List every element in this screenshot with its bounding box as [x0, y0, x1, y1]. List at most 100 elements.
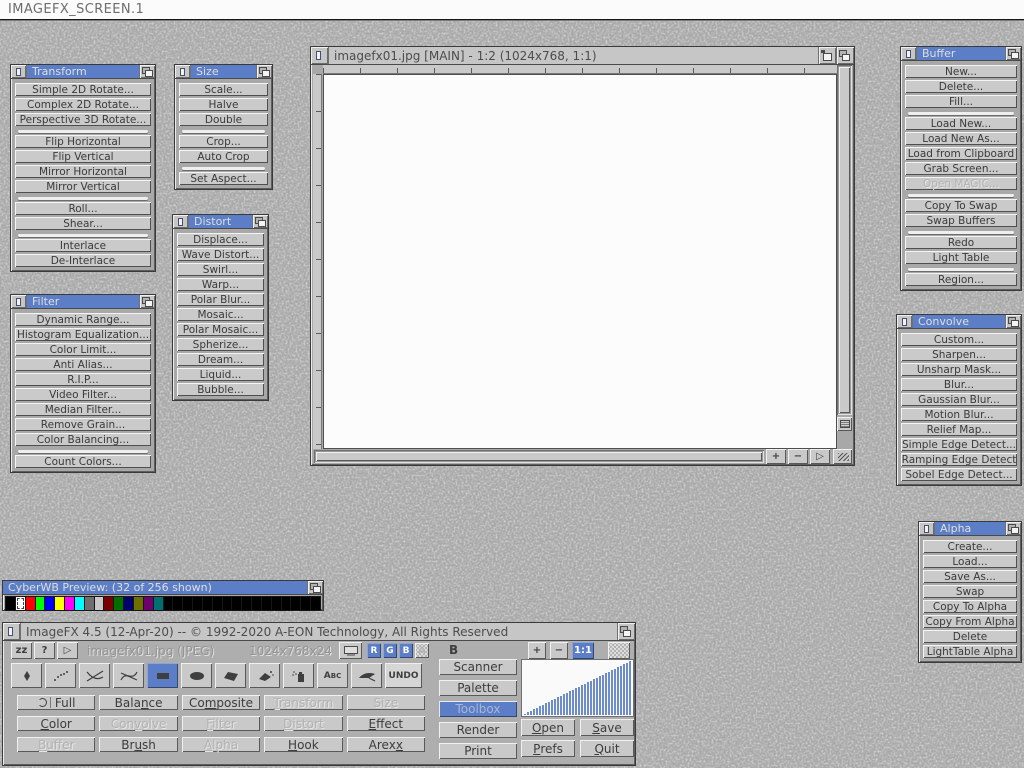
sleep-button[interactable]: zz	[11, 642, 32, 659]
polygon-tool-button[interactable]	[215, 663, 246, 688]
palette-button[interactable]: Open MAGIC...	[905, 177, 1017, 190]
close-gadget[interactable]	[173, 215, 189, 228]
color-swatch[interactable]	[203, 597, 212, 610]
view-zoom-in-button[interactable]: +	[528, 642, 546, 659]
macro-play-button[interactable]: ▷	[57, 642, 78, 659]
palette-button[interactable]: Load from Clipboard	[905, 147, 1017, 160]
horizontal-scrollbar[interactable]	[314, 450, 764, 463]
palette-button[interactable]: Color Balancing...	[15, 433, 151, 446]
buffer-button[interactable]: Buffer	[17, 737, 95, 752]
palette-button[interactable]: Polar Mosaic...	[177, 323, 264, 336]
color-swatch[interactable]	[36, 597, 45, 610]
save-button[interactable]: Save	[580, 719, 634, 736]
palette-button[interactable]: Crop...	[179, 135, 268, 148]
palette-button[interactable]: Histogram Equalization...	[15, 328, 151, 341]
color-swatch[interactable]	[134, 597, 143, 610]
palette-button[interactable]: Auto Crop	[179, 150, 268, 163]
zoom-gadget[interactable]	[818, 47, 836, 64]
color-swatch[interactable]	[282, 597, 291, 610]
palette-button[interactable]: Dynamic Range...	[15, 313, 151, 326]
palette-button[interactable]: Set Aspect...	[179, 172, 268, 185]
depth-gadget[interactable]	[1005, 522, 1021, 535]
color-swatch[interactable]	[301, 597, 310, 610]
palette-button[interactable]: Count Colors...	[15, 455, 151, 468]
undo-button[interactable]: UNDO	[385, 663, 422, 688]
convolve-button[interactable]: Convolve	[99, 716, 177, 731]
palette-button[interactable]: Mirror Vertical	[15, 180, 151, 193]
palette-button[interactable]: De-Interlace	[15, 254, 151, 267]
display-mode-gadget[interactable]	[837, 417, 852, 431]
color-swatch[interactable]	[6, 597, 15, 610]
color-swatch[interactable]	[183, 597, 192, 610]
red-channel-button[interactable]: R	[367, 643, 381, 658]
depth-gadget[interactable]	[139, 295, 155, 308]
palette-button[interactable]: Sobel Edge Detect...	[901, 468, 1017, 481]
fill-tool-button[interactable]	[249, 663, 280, 688]
palette-button[interactable]: Light Table	[905, 251, 1017, 264]
color-swatch[interactable]	[262, 597, 271, 610]
color-swatch[interactable]	[252, 597, 261, 610]
color-swatch[interactable]	[45, 597, 54, 610]
one-to-one-button[interactable]: 1:1	[572, 642, 594, 659]
palette-button[interactable]: Simple Edge Detect...	[901, 438, 1017, 451]
mode-palette-button[interactable]: Palette	[439, 680, 517, 696]
size-button[interactable]: Size	[347, 695, 425, 710]
close-gadget[interactable]	[919, 522, 935, 535]
mode-scanner-button[interactable]: Scanner	[439, 659, 517, 675]
depth-gadget[interactable]	[836, 47, 854, 64]
palette-button[interactable]: R.I.P...	[15, 373, 151, 386]
text-tool-button[interactable]: ABC	[317, 663, 348, 688]
color-swatch[interactable]	[104, 597, 113, 610]
depth-gadget[interactable]	[307, 581, 323, 594]
close-gadget[interactable]	[897, 315, 913, 328]
mode-print-button[interactable]: Print	[439, 743, 517, 759]
palette-button[interactable]: Custom...	[901, 333, 1017, 346]
image-window-titlebar[interactable]: imagefx01.jpg [MAIN] - 1:2 (1024x768, 1:…	[311, 47, 854, 65]
palette-button[interactable]: Sharpen...	[901, 348, 1017, 361]
palette-button[interactable]: Redo	[905, 236, 1017, 249]
palette-button[interactable]: Spherize...	[177, 338, 264, 351]
palette-button[interactable]: Copy To Swap	[905, 199, 1017, 212]
palette-button[interactable]: Load New As...	[905, 132, 1017, 145]
palette-button[interactable]: Mosaic...	[177, 308, 264, 321]
color-swatch[interactable]	[26, 597, 35, 610]
imagefx-titlebar[interactable]: ImageFX 4.5 (12-Apr-20) -- © 1992-2020 A…	[3, 623, 635, 641]
palette-button[interactable]: Wave Distort...	[177, 248, 264, 261]
palette-button[interactable]: Remove Grain...	[15, 418, 151, 431]
color-swatch[interactable]	[55, 597, 64, 610]
color-swatch[interactable]	[213, 597, 222, 610]
brush-button[interactable]: Brush	[99, 737, 177, 752]
screen-title-bar[interactable]: IMAGEFX_SCREEN.1	[0, 0, 1024, 20]
palette-button[interactable]: New...	[905, 65, 1017, 78]
zoom-out-button[interactable]: −	[788, 449, 808, 464]
palette-button[interactable]: Anti Alias...	[15, 358, 151, 371]
alpha-titlebar[interactable]: Alpha	[919, 522, 1021, 536]
palette-button[interactable]: Delete...	[905, 80, 1017, 93]
palette-button[interactable]: Load New...	[905, 117, 1017, 130]
curve-tool-button[interactable]	[113, 663, 144, 688]
smear-tool-button[interactable]	[351, 663, 382, 688]
depth-gadget[interactable]	[139, 65, 155, 78]
open-button[interactable]: Open	[521, 719, 575, 736]
palette-button[interactable]: Ramping Edge Detect	[901, 453, 1017, 466]
palette-button[interactable]: Region...	[905, 273, 1017, 286]
color-swatch[interactable]	[95, 597, 104, 610]
freehand-tool-button[interactable]	[45, 663, 76, 688]
hook-button[interactable]: Hook	[264, 737, 342, 752]
palette-button[interactable]: Swirl...	[177, 263, 264, 276]
depth-gadget[interactable]	[617, 623, 635, 640]
color-swatch[interactable]	[291, 597, 300, 610]
view-zoom-out-button[interactable]: −	[550, 642, 568, 659]
palette-button[interactable]: Copy To Alpha	[923, 600, 1017, 613]
prefs-button[interactable]: Prefs	[521, 740, 575, 757]
color-swatch[interactable]	[223, 597, 232, 610]
palette-button[interactable]: Swap Buffers	[905, 214, 1017, 227]
transform-button[interactable]: Transform	[264, 695, 342, 710]
palette-button[interactable]: Scale...	[179, 83, 268, 96]
color-swatch[interactable]	[114, 597, 123, 610]
color-swatch[interactable]	[193, 597, 202, 610]
close-gadget[interactable]	[11, 65, 27, 78]
alpha-button[interactable]: Alpha	[182, 737, 260, 752]
image-canvas[interactable]	[323, 74, 837, 449]
color-swatch[interactable]	[164, 597, 173, 610]
